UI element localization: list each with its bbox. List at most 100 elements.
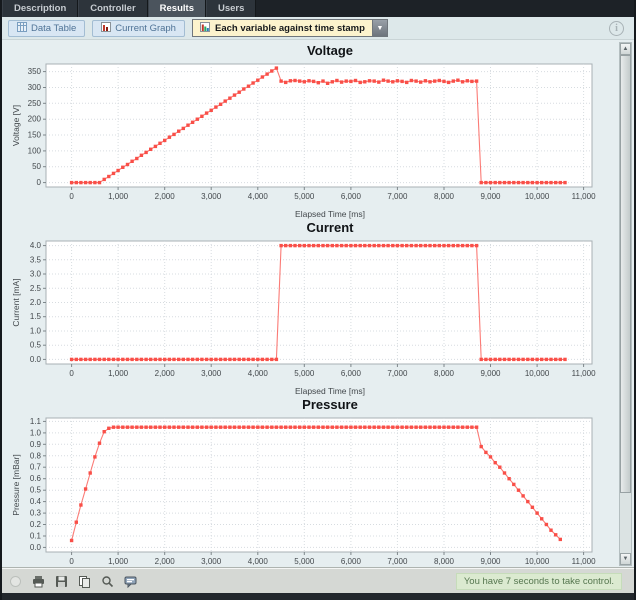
svg-text:0.3: 0.3 (30, 509, 42, 518)
table-icon (17, 22, 27, 35)
svg-text:6,000: 6,000 (341, 557, 362, 566)
tab-description[interactable]: Description (2, 0, 78, 17)
svg-text:0.2: 0.2 (30, 520, 42, 529)
tab-results[interactable]: Results (148, 0, 206, 17)
app-window: Description Controller Results Users Dat… (0, 0, 636, 600)
svg-text:11,000: 11,000 (572, 192, 596, 201)
svg-text:9,000: 9,000 (480, 557, 501, 566)
voltage-xaxis-label: Elapsed Time [ms] (8, 209, 616, 220)
svg-text:7,000: 7,000 (387, 192, 408, 201)
svg-text:Voltage [V]: Voltage [V] (11, 105, 21, 146)
svg-text:0.5: 0.5 (30, 341, 42, 350)
window-bottom-edge (2, 593, 634, 600)
svg-text:1.5: 1.5 (30, 312, 42, 321)
svg-text:0.4: 0.4 (30, 497, 42, 506)
svg-text:1,000: 1,000 (108, 192, 129, 201)
svg-text:3,000: 3,000 (201, 369, 222, 378)
current-chart: Current 01,0002,0003,0004,0005,0006,0007… (8, 220, 616, 397)
svg-text:0.0: 0.0 (30, 543, 42, 552)
record-icon (8, 574, 22, 588)
chevron-down-icon[interactable]: ▼ (372, 20, 387, 36)
svg-text:0: 0 (69, 557, 74, 566)
voltage-chart: Voltage 01,0002,0003,0004,0005,0006,0007… (8, 43, 616, 220)
vertical-scrollbar[interactable]: ▲ ▼ (619, 42, 632, 566)
svg-text:5,000: 5,000 (294, 192, 315, 201)
svg-text:10,000: 10,000 (525, 369, 550, 378)
bottom-toolbar: You have 7 seconds to take control. (2, 568, 634, 593)
plot-mode-dropdown-value: Each variable against time stamp (193, 20, 372, 36)
tab-label: Controller (90, 3, 135, 14)
save-icon[interactable] (54, 574, 68, 588)
svg-text:100: 100 (28, 146, 42, 155)
current-chart-title: Current (8, 220, 616, 236)
voltage-plot: 01,0002,0003,0004,0005,0006,0007,0008,00… (8, 59, 600, 204)
tab-label: Description (14, 3, 66, 14)
pressure-chart: Pressure 01,0002,0003,0004,0005,0006,000… (8, 397, 616, 568)
current-xaxis-label: Elapsed Time [ms] (8, 386, 616, 397)
print-icon[interactable] (31, 574, 45, 588)
svg-text:0.9: 0.9 (30, 440, 42, 449)
svg-text:Current [mA]: Current [mA] (11, 278, 21, 326)
svg-text:2.5: 2.5 (30, 284, 42, 293)
svg-text:350: 350 (28, 67, 42, 76)
data-table-button[interactable]: Data Table (8, 20, 85, 37)
tab-bar: Description Controller Results Users (2, 0, 634, 17)
svg-text:3.5: 3.5 (30, 255, 42, 264)
svg-text:8,000: 8,000 (434, 557, 455, 566)
svg-text:6,000: 6,000 (341, 369, 362, 378)
svg-text:5,000: 5,000 (294, 369, 315, 378)
svg-text:0.0: 0.0 (30, 355, 42, 364)
svg-text:0: 0 (69, 369, 74, 378)
data-table-label: Data Table (31, 23, 76, 34)
svg-text:5,000: 5,000 (294, 557, 315, 566)
dropdown-selected-text: Each variable against time stamp (215, 23, 365, 34)
svg-text:9,000: 9,000 (480, 192, 501, 201)
svg-text:0: 0 (69, 192, 74, 201)
pressure-chart-title: Pressure (8, 397, 616, 413)
svg-text:Pressure [mBar]: Pressure [mBar] (11, 454, 21, 515)
svg-text:200: 200 (28, 115, 42, 124)
tab-controller[interactable]: Controller (78, 0, 147, 17)
svg-text:11,000: 11,000 (572, 557, 596, 566)
feedback-icon[interactable] (123, 574, 137, 588)
bar-chart-icon (101, 22, 111, 35)
copy-icon[interactable] (77, 574, 91, 588)
svg-text:3,000: 3,000 (201, 557, 222, 566)
svg-text:1.1: 1.1 (30, 417, 42, 426)
current-graph-label: Current Graph (115, 23, 176, 34)
svg-text:1.0: 1.0 (30, 428, 42, 437)
scroll-up-icon[interactable]: ▲ (620, 43, 631, 55)
svg-text:8,000: 8,000 (434, 369, 455, 378)
tab-label: Users (218, 3, 244, 14)
svg-text:0.6: 0.6 (30, 474, 42, 483)
zoom-icon[interactable] (100, 574, 114, 588)
svg-text:0.5: 0.5 (30, 486, 42, 495)
info-icon[interactable]: i (609, 21, 624, 36)
svg-text:0.7: 0.7 (30, 463, 42, 472)
scrollbar-thumb[interactable] (620, 55, 631, 493)
tab-users[interactable]: Users (206, 0, 256, 17)
svg-text:9,000: 9,000 (480, 369, 501, 378)
svg-text:0.1: 0.1 (30, 532, 42, 541)
svg-text:10,000: 10,000 (525, 557, 550, 566)
svg-text:3.0: 3.0 (30, 270, 42, 279)
svg-text:250: 250 (28, 99, 42, 108)
info-glyph: i (615, 23, 618, 34)
current-graph-button[interactable]: Current Graph (92, 20, 185, 37)
svg-text:3,000: 3,000 (201, 192, 222, 201)
svg-text:10,000: 10,000 (525, 192, 550, 201)
tab-label: Results (160, 3, 194, 14)
svg-text:300: 300 (28, 83, 42, 92)
scroll-down-icon[interactable]: ▼ (620, 553, 631, 565)
svg-text:4,000: 4,000 (248, 192, 269, 201)
svg-text:150: 150 (28, 131, 42, 140)
svg-text:2,000: 2,000 (155, 557, 176, 566)
svg-text:4,000: 4,000 (248, 369, 269, 378)
plot-mode-dropdown[interactable]: Each variable against time stamp ▼ (192, 19, 388, 37)
svg-text:0.8: 0.8 (30, 451, 42, 460)
voltage-chart-title: Voltage (8, 43, 616, 59)
svg-text:1.0: 1.0 (30, 327, 42, 336)
control-timer-badge: You have 7 seconds to take control. (456, 573, 622, 590)
bar-chart-icon (200, 22, 210, 35)
pressure-plot: 01,0002,0003,0004,0005,0006,0007,0008,00… (8, 413, 600, 568)
